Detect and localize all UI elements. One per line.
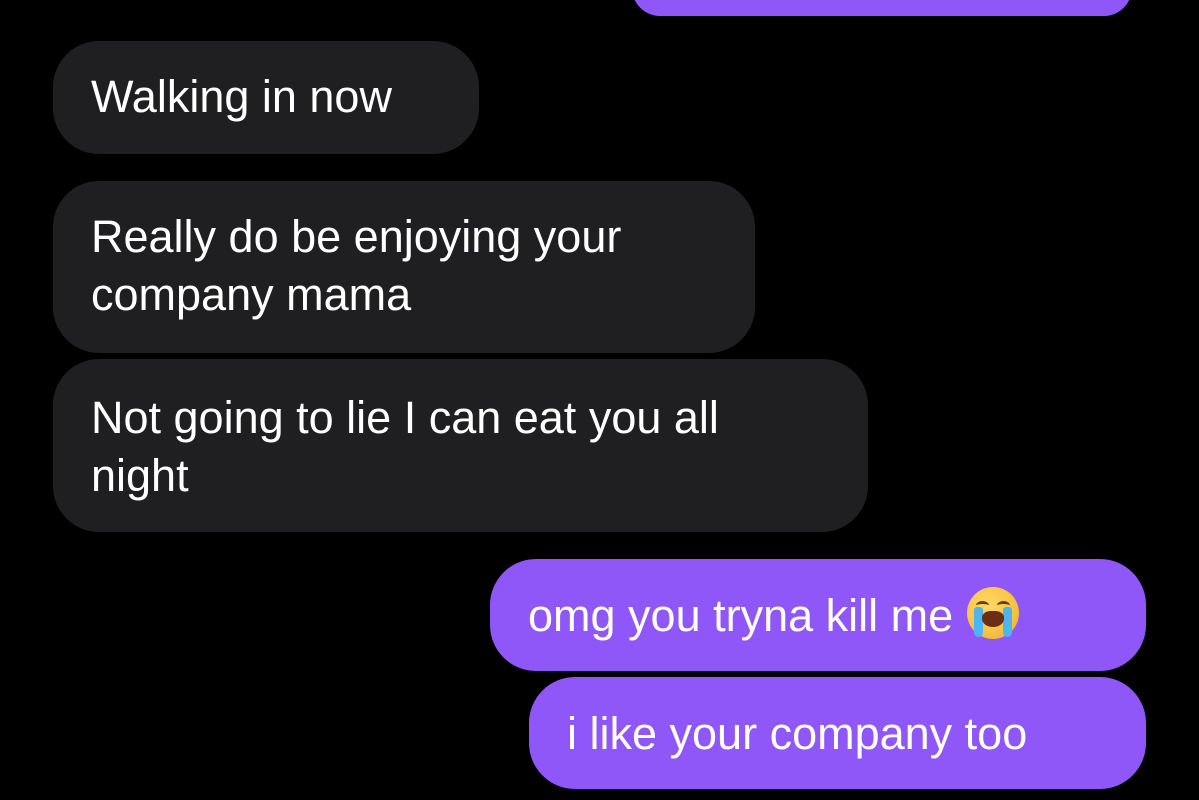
message-text: i like your company too xyxy=(567,708,1028,759)
message-text: omg you tryna kill me xyxy=(528,590,954,641)
message-bubble-outgoing[interactable]: omg you tryna kill me xyxy=(490,559,1146,671)
message-bubble-outgoing-partial[interactable] xyxy=(632,0,1132,16)
message-text-line: Not going to lie I can eat you all xyxy=(91,392,719,443)
message-bubble-incoming[interactable]: Walking in now xyxy=(53,41,479,154)
message-text: Walking in now xyxy=(91,71,392,122)
message-text-line: Really do be enjoying your xyxy=(91,211,622,262)
message-bubble-incoming[interactable]: Not going to lie I can eat you all night xyxy=(53,359,868,532)
message-text-line: night xyxy=(91,450,189,501)
chat-thread: Walking in now Really do be enjoying you… xyxy=(0,0,1199,800)
message-text-line: company mama xyxy=(91,269,412,320)
message-bubble-outgoing[interactable]: i like your company too xyxy=(529,677,1146,789)
loudly-crying-face-icon xyxy=(967,587,1020,639)
message-bubble-incoming[interactable]: Really do be enjoying your company mama xyxy=(53,181,755,353)
